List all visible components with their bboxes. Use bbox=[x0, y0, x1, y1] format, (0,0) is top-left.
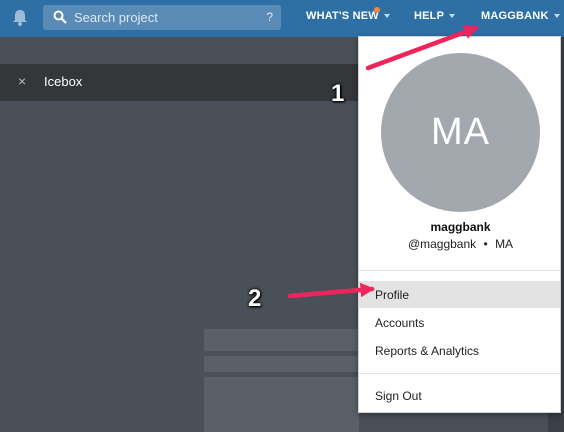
arrow-to-profile bbox=[287, 282, 375, 299]
step-1-label: 1 bbox=[331, 80, 345, 107]
annotation-arrows bbox=[287, 25, 479, 299]
arrow-to-user-menu bbox=[365, 25, 479, 71]
step-2-label: 2 bbox=[248, 285, 262, 312]
